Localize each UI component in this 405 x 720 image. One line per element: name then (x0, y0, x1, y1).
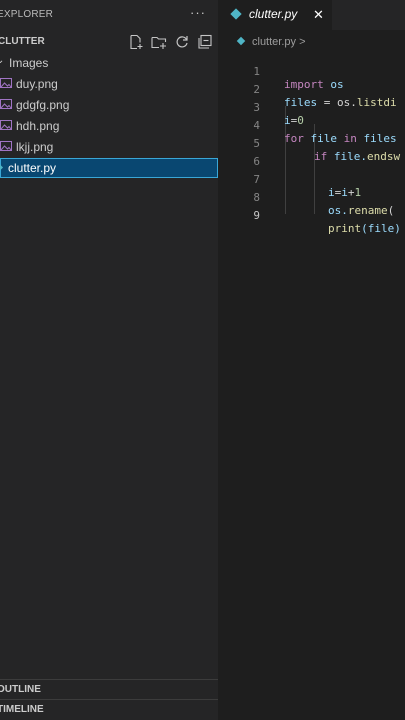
folder-title: CLUTTER (0, 36, 45, 47)
tree-item-label: gdgfg.png (16, 98, 70, 112)
breadcrumb[interactable]: clutter.py > (236, 36, 306, 48)
image-file-icon (0, 120, 12, 130)
tree-item-label: hdh.png (16, 119, 60, 133)
breadcrumb-label: clutter.py > (252, 36, 306, 48)
tree-item-label: lkjj.png (16, 140, 54, 154)
tree-item-clutter-py[interactable]: clutter.py (0, 158, 218, 178)
code-line: 8 os.rename( (218, 178, 405, 217)
code-line: 3 i=0 (218, 88, 405, 127)
ellipsis-icon[interactable]: ··· (190, 5, 206, 20)
editor-area: clutter.py ✕ clutter.py > 1 import os 2 … (218, 0, 405, 720)
line-number: 9 (253, 209, 260, 222)
tab-label: clutter.py (249, 7, 298, 21)
tree-item-duy-png[interactable]: duy.png (0, 74, 218, 94)
refresh-icon[interactable] (174, 34, 190, 50)
code-token: (file) (361, 222, 401, 235)
code-line: 5 if file.endsw (218, 124, 405, 163)
code-line: 9 print(file) (218, 196, 405, 235)
code-line: 6 (218, 142, 405, 168)
outline-label: OUTLINE (0, 684, 41, 695)
python-file-icon (236, 36, 246, 46)
code-line: 4 for file in files (218, 106, 405, 145)
outline-section[interactable]: OUTLINE (0, 679, 218, 700)
tab-clutter-py[interactable]: clutter.py ✕ (218, 0, 332, 30)
image-file-icon (0, 141, 12, 151)
tree-item-label: duy.png (16, 77, 58, 91)
explorer-header: EXPLORER ··· (0, 0, 218, 30)
new-file-icon[interactable] (128, 34, 144, 50)
explorer-title: EXPLORER (0, 9, 54, 20)
image-file-icon (0, 78, 12, 88)
new-folder-icon[interactable] (151, 34, 167, 50)
code-text: print(file) (328, 222, 401, 235)
tree-item-label: clutter.py (8, 161, 57, 175)
chevron-down-icon: ⌄ (0, 55, 5, 66)
image-file-icon (0, 99, 12, 109)
python-file-icon (0, 163, 4, 172)
timeline-label: TIMELINE (0, 704, 44, 715)
code-line: 1 import os (218, 52, 405, 91)
code-token: print (328, 222, 362, 235)
collapse-all-icon[interactable] (197, 34, 213, 50)
explorer-sidebar: EXPLORER ··· CLUTTER ⌄ Images duy.png gd… (0, 0, 218, 720)
code-line: 2 files = os.listdi (218, 70, 405, 109)
tree-folder-images[interactable]: ⌄ Images (0, 53, 218, 73)
python-file-icon (230, 8, 242, 20)
code-line: 7 i=i+1 (218, 160, 405, 199)
tree-item-lkjj-png[interactable]: lkjj.png (0, 137, 218, 157)
tab-bar: clutter.py ✕ (218, 0, 405, 30)
close-icon[interactable]: ✕ (313, 7, 324, 23)
timeline-section[interactable]: TIMELINE (0, 699, 218, 720)
tree-item-hdh-png[interactable]: hdh.png (0, 116, 218, 136)
tree-item-gdgfg-png[interactable]: gdgfg.png (0, 95, 218, 115)
tree-item-label: Images (9, 56, 49, 70)
